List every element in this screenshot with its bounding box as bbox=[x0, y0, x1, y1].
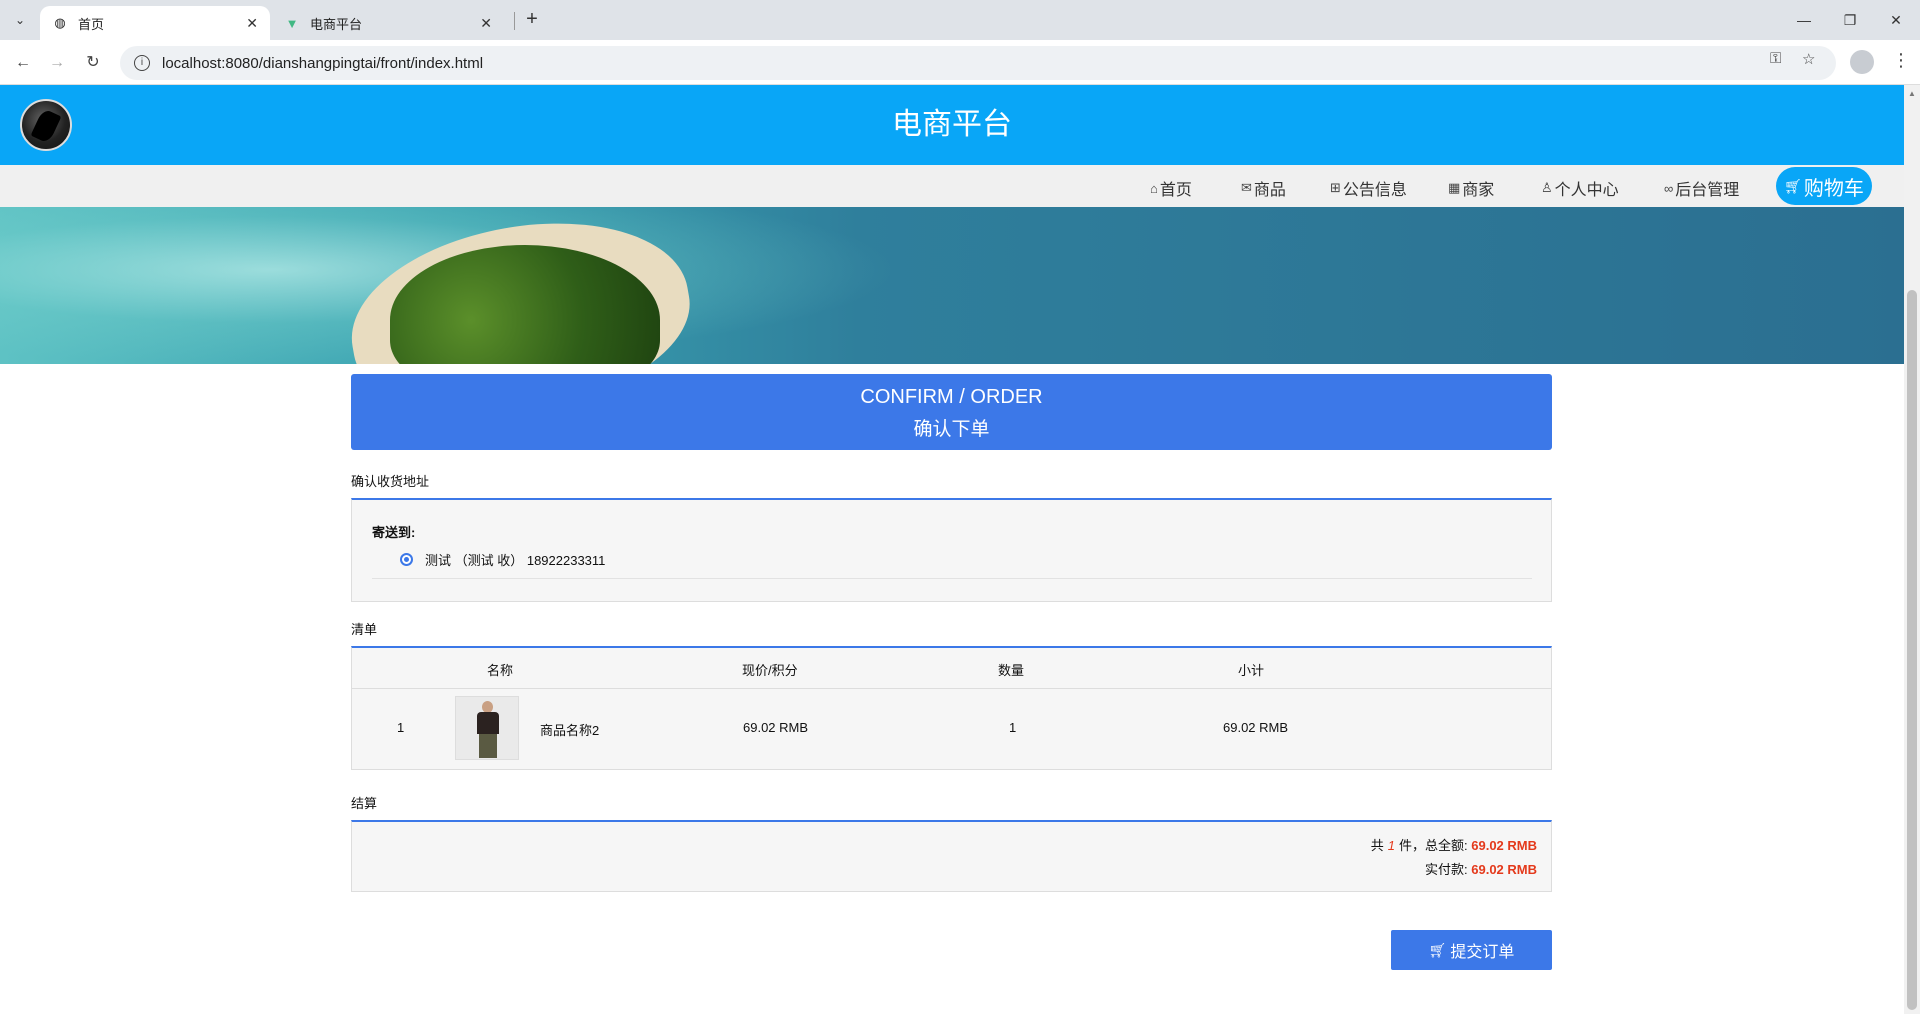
home-icon: ⌂ bbox=[1150, 180, 1158, 196]
close-icon[interactable]: ✕ bbox=[246, 15, 258, 32]
back-icon[interactable]: ← bbox=[10, 50, 36, 76]
cart-icon: 🛒︎ bbox=[1428, 941, 1447, 958]
tab-divider bbox=[514, 12, 515, 30]
submit-order-button[interactable]: 🛒︎ 提交订单 bbox=[1391, 930, 1552, 970]
link-icon: ∞ bbox=[1664, 180, 1674, 196]
cart-button[interactable]: 🛒︎ 购物车 bbox=[1776, 167, 1872, 205]
browser-tab-bar: ⌄ ◍ 首页 ✕ ▼ 电商平台 ✕ + — ❐ ✕ bbox=[0, 0, 1920, 40]
cart-label: 购物车 bbox=[1803, 177, 1864, 200]
scroll-thumb[interactable] bbox=[1907, 290, 1917, 1010]
nav-label: 商家 bbox=[1462, 182, 1495, 199]
nav-item-admin[interactable]: ∞ 后台管理 bbox=[1664, 176, 1739, 200]
restore-button[interactable]: ❐ bbox=[1830, 8, 1870, 32]
nav-item-merchants[interactable]: ▦ 商家 bbox=[1448, 176, 1494, 200]
forward-icon[interactable]: → bbox=[44, 50, 70, 76]
column-header-quantity: 数量 bbox=[998, 663, 1025, 678]
total-summary: 共 1 件，总全额: 69.02 RMB bbox=[1371, 835, 1537, 854]
site-title: 电商平台 bbox=[892, 108, 1012, 141]
nav-label: 个人中心 bbox=[1554, 182, 1619, 199]
globe-icon: ◍ bbox=[54, 15, 66, 30]
address-text: 测试 （测试 收） 18922233311 bbox=[425, 553, 606, 568]
reload-icon[interactable]: ↻ bbox=[80, 50, 106, 76]
nav-label: 后台管理 bbox=[1675, 182, 1740, 199]
tab-title: 电商平台 bbox=[310, 16, 363, 32]
new-tab-button[interactable]: + bbox=[520, 8, 544, 32]
nav-label: 公告信息 bbox=[1342, 182, 1407, 199]
site-header: 电商平台 bbox=[0, 85, 1904, 165]
nav-item-home[interactable]: ⌂ 首页 bbox=[1150, 176, 1192, 200]
tab-platform[interactable]: ▼ 电商平台 ✕ bbox=[272, 6, 504, 40]
product-thumbnail[interactable] bbox=[455, 696, 519, 760]
scroll-up-icon[interactable]: ▲ bbox=[1908, 89, 1916, 98]
header-divider bbox=[352, 688, 1551, 689]
cart-icon: 🛒︎ bbox=[1784, 177, 1802, 194]
count-suffix: 件，总全额: bbox=[1399, 838, 1468, 853]
product-quantity: 1 bbox=[1009, 720, 1017, 735]
paid-label: 实付款: bbox=[1425, 862, 1468, 877]
calendar-icon: ▦ bbox=[1448, 180, 1461, 195]
order-table: 名称 现价/积分 数量 小计 1 商品名称2 69.02 RMB 1 69.02… bbox=[351, 646, 1552, 770]
submit-label: 提交订单 bbox=[1450, 944, 1515, 961]
nav-item-products[interactable]: ✉ 商品 bbox=[1241, 176, 1286, 200]
count-prefix: 共 bbox=[1370, 838, 1384, 853]
paid-summary: 实付款: 69.02 RMB bbox=[1425, 859, 1537, 878]
column-header-price: 现价/积分 bbox=[742, 663, 798, 678]
url-field[interactable]: i localhost:8080/dianshangpingtai/front/… bbox=[120, 46, 1836, 80]
close-window-button[interactable]: ✕ bbox=[1876, 8, 1916, 32]
page-scrollbar[interactable]: ▲ bbox=[1904, 85, 1920, 1014]
tab-home[interactable]: ◍ 首页 ✕ bbox=[40, 6, 270, 40]
total-amount: 69.02 RMB bbox=[1471, 838, 1537, 853]
tab-search-icon[interactable]: ⌄ bbox=[8, 8, 32, 32]
vue-icon: ▼ bbox=[285, 15, 299, 31]
gift-icon: ⊞ bbox=[1330, 180, 1341, 195]
figure-body bbox=[477, 712, 499, 734]
column-header-name: 名称 bbox=[487, 663, 514, 678]
settlement-panel: 共 1 件，总全额: 69.02 RMB 实付款: 69.02 RMB bbox=[351, 820, 1552, 892]
user-icon: ♙ bbox=[1541, 180, 1553, 195]
confirm-title-en: CONFIRM / ORDER bbox=[860, 386, 1043, 408]
profile-avatar[interactable] bbox=[1850, 50, 1874, 74]
divider bbox=[372, 578, 1532, 579]
address-bar: ← → ↻ i localhost:8080/dianshangpingtai/… bbox=[0, 40, 1920, 85]
list-section-label: 清单 bbox=[351, 622, 378, 637]
address-panel: 寄送到: 测试 （测试 收） 18922233311 bbox=[351, 498, 1552, 602]
nav-label: 首页 bbox=[1159, 182, 1192, 199]
product-name[interactable]: 商品名称2 bbox=[540, 720, 599, 739]
key-icon[interactable]: ⚿ bbox=[1770, 50, 1781, 67]
main-nav: ⌂ 首页 ✉ 商品 ⊞ 公告信息 ▦ 商家 ♙ 个人中心 ∞ 后台管理 🛒︎ 购… bbox=[0, 165, 1904, 207]
product-price: 69.02 RMB bbox=[743, 720, 809, 735]
confirm-order-header: CONFIRM / ORDER 确认下单 bbox=[351, 374, 1552, 450]
tab-title: 首页 bbox=[78, 16, 105, 32]
star-icon[interactable]: ☆ bbox=[1802, 50, 1815, 68]
address-option[interactable]: 测试 （测试 收） 18922233311 bbox=[400, 550, 605, 569]
address-radio[interactable] bbox=[400, 553, 413, 566]
address-section-label: 确认收货地址 bbox=[351, 474, 430, 489]
nav-item-profile[interactable]: ♙ 个人中心 bbox=[1541, 176, 1619, 200]
settlement-section-label: 结算 bbox=[351, 796, 378, 811]
figure-legs bbox=[479, 734, 497, 758]
minimize-button[interactable]: — bbox=[1784, 8, 1824, 32]
paid-amount: 69.02 RMB bbox=[1471, 862, 1537, 877]
close-icon[interactable]: ✕ bbox=[480, 15, 492, 32]
menu-icon[interactable]: ⋮ bbox=[1892, 50, 1910, 71]
confirm-title-zh: 确认下单 bbox=[913, 419, 990, 440]
item-count: 1 bbox=[1387, 838, 1395, 853]
product-subtotal: 69.02 RMB bbox=[1223, 720, 1289, 735]
page-viewport: 电商平台 ⌂ 首页 ✉ 商品 ⊞ 公告信息 ▦ 商家 ♙ 个人中心 ∞ 后台管理… bbox=[0, 85, 1904, 1014]
mail-icon: ✉ bbox=[1241, 180, 1252, 195]
banner-image bbox=[0, 207, 1904, 364]
column-header-subtotal: 小计 bbox=[1238, 663, 1265, 678]
row-index: 1 bbox=[397, 720, 405, 735]
nav-label: 商品 bbox=[1253, 182, 1286, 199]
url-text: localhost:8080/dianshangpingtai/front/in… bbox=[162, 54, 484, 72]
info-icon[interactable]: i bbox=[134, 55, 150, 71]
send-to-label: 寄送到: bbox=[372, 525, 416, 540]
nav-item-notices[interactable]: ⊞ 公告信息 bbox=[1330, 176, 1407, 200]
